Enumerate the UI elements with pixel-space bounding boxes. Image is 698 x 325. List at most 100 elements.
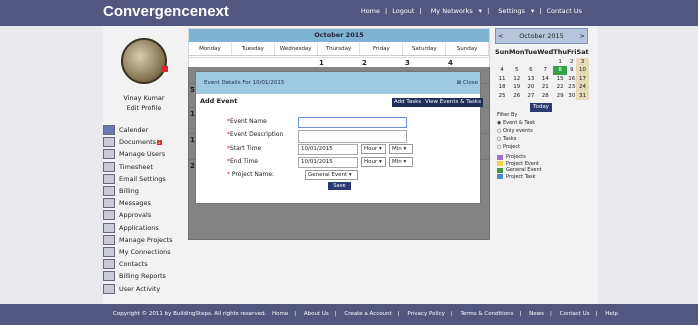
start-min-select[interactable]: Min ▾ bbox=[389, 144, 413, 154]
day-cell[interactable]: 1 bbox=[319, 59, 324, 67]
mini-day-cell[interactable]: 8 bbox=[553, 66, 567, 75]
mini-day-cell[interactable]: 15 bbox=[553, 75, 567, 83]
mini-day-cell[interactable]: 4 bbox=[495, 66, 509, 74]
mini-day-cell[interactable]: 25 bbox=[495, 92, 509, 100]
contacts-icon bbox=[103, 259, 115, 270]
sidebar-item-calender[interactable]: Calender bbox=[103, 124, 185, 136]
sidebar-item-applications[interactable]: Applications bbox=[103, 222, 185, 234]
footer-link[interactable]: About Us bbox=[304, 311, 329, 317]
mini-day-cell[interactable]: 5 bbox=[509, 66, 525, 74]
end-min-select[interactable]: Min ▾ bbox=[389, 157, 413, 167]
filter-option[interactable]: ○ Tasks bbox=[497, 136, 542, 144]
sidebar-item-documents[interactable]: Documents 2 bbox=[103, 136, 185, 148]
sidebar-item-billing[interactable]: Billing bbox=[103, 185, 185, 197]
sidebar-item-messages[interactable]: Messages bbox=[103, 197, 185, 209]
mini-day-cell[interactable]: 3 bbox=[576, 58, 589, 67]
mini-day-cell[interactable]: 9 bbox=[567, 66, 576, 74]
mini-day-cell[interactable]: 26 bbox=[509, 92, 525, 100]
reports-icon bbox=[103, 271, 115, 282]
mini-day-cell[interactable]: 1 bbox=[553, 58, 567, 66]
filter-option[interactable]: ○ Only events bbox=[497, 128, 542, 136]
mini-day-cell[interactable]: 10 bbox=[576, 66, 589, 75]
end-hour-select[interactable]: Hour ▾ bbox=[361, 157, 386, 167]
mini-day-cell[interactable]: 23 bbox=[567, 83, 576, 91]
start-date-input[interactable]: 10/01/2015 bbox=[298, 144, 358, 155]
end-date-input[interactable]: 10/01/2015 bbox=[298, 157, 358, 168]
start-hour-select[interactable]: Hour ▾ bbox=[361, 144, 386, 154]
close-button[interactable]: ⊠ Close bbox=[457, 80, 478, 86]
nav-logout[interactable]: Logout bbox=[392, 7, 414, 15]
edit-profile-link[interactable]: Edit Profile bbox=[103, 104, 185, 112]
email-icon bbox=[103, 173, 115, 184]
mini-day-cell[interactable]: 28 bbox=[537, 92, 553, 100]
view-events-tasks-button[interactable]: View Events & Tasks bbox=[423, 98, 483, 107]
filter-option[interactable]: ○ Project bbox=[497, 144, 542, 152]
event-description-input[interactable] bbox=[298, 130, 407, 143]
mini-day-cell[interactable]: 24 bbox=[576, 83, 589, 92]
mini-day-cell[interactable]: 14 bbox=[537, 75, 553, 83]
event-description-label: *Event Description bbox=[227, 131, 284, 138]
nav-settings[interactable]: Settings ▾ bbox=[494, 7, 534, 15]
brand-logo[interactable]: Convergencenext bbox=[103, 3, 229, 20]
mini-day-cell[interactable]: 22 bbox=[553, 83, 567, 91]
mini-day-cell[interactable]: 30 bbox=[567, 92, 576, 100]
mini-day-cell[interactable]: 12 bbox=[509, 75, 525, 83]
nav-contact-us[interactable]: Contact Us bbox=[547, 7, 583, 15]
footer-link[interactable]: Terms & Conditions bbox=[460, 311, 513, 317]
sidebar-item-manage-projects[interactable]: Manage Projects bbox=[103, 234, 185, 246]
footer-link[interactable]: News bbox=[529, 311, 544, 317]
mini-day-cell[interactable]: 17 bbox=[576, 74, 589, 84]
mini-day-cell[interactable]: 19 bbox=[509, 83, 525, 91]
mini-day-cell[interactable]: 21 bbox=[537, 83, 553, 91]
mini-day-cell[interactable]: 18 bbox=[495, 83, 509, 91]
sidebar-item-billing-reports[interactable]: Billing Reports bbox=[103, 270, 185, 282]
footer-link[interactable]: Home bbox=[272, 311, 288, 317]
mini-day-cell[interactable]: 6 bbox=[525, 66, 538, 74]
day-name: Sunday bbox=[446, 42, 490, 55]
sidebar-item-approvals[interactable]: Approvals bbox=[103, 209, 185, 221]
today-button[interactable]: Today bbox=[530, 102, 552, 112]
project-name-select[interactable]: General Event ▾ bbox=[305, 170, 358, 180]
footer-link[interactable]: Privacy Policy bbox=[407, 311, 444, 317]
add-tasks-button[interactable]: Add Tasks bbox=[392, 98, 424, 107]
mini-day-cell[interactable]: 2 bbox=[567, 58, 576, 66]
notification-badge bbox=[162, 66, 168, 72]
avatar[interactable] bbox=[121, 38, 167, 84]
sidebar-item-timesheet[interactable]: Timesheet bbox=[103, 161, 185, 173]
footer-links: Home | About Us | Create a Account | Privac… bbox=[272, 311, 618, 317]
save-button[interactable]: Save bbox=[328, 182, 351, 190]
mini-calendar: < October 2015 > Sun Mon Tue Wed Thu Fri Sat 1 2… bbox=[495, 28, 589, 112]
mini-day-cell[interactable]: 29 bbox=[553, 92, 567, 100]
mini-calendar-header: < October 2015 > bbox=[495, 28, 588, 44]
sidebar-item-user-activity[interactable]: User Activity bbox=[103, 282, 185, 294]
modal-title: Event Details For 10/01/2015 bbox=[204, 80, 285, 86]
footer-link[interactable]: Contact Us bbox=[560, 311, 590, 317]
nav-home[interactable]: Home bbox=[361, 7, 380, 15]
mini-day-cell[interactable]: 27 bbox=[525, 92, 538, 100]
day-cell[interactable]: 3 bbox=[405, 59, 410, 67]
messages-icon bbox=[103, 198, 115, 209]
sidebar-item-manage-users[interactable]: Manage Users bbox=[103, 148, 185, 160]
mini-day-cell[interactable]: 13 bbox=[525, 75, 538, 83]
nav-my-networks[interactable]: My Networks ▾ bbox=[427, 7, 482, 15]
sidebar-item-my-connections[interactable]: My Connections bbox=[103, 246, 185, 258]
day-cell[interactable]: 2 bbox=[362, 59, 367, 67]
footer-link[interactable]: Help bbox=[605, 311, 618, 317]
sidebar-item-email-settings[interactable]: Email Settings bbox=[103, 173, 185, 185]
project-name-row: * Project Name: General Event ▾ bbox=[196, 170, 482, 182]
event-name-input[interactable] bbox=[298, 117, 407, 128]
sidebar-item-contacts[interactable]: Contacts bbox=[103, 258, 185, 270]
mini-day-cell[interactable]: 11 bbox=[495, 75, 509, 83]
mini-day-cell[interactable]: 31 bbox=[576, 91, 589, 100]
top-bar: Convergencenext Home | Logout | My Netwo… bbox=[0, 0, 698, 26]
mini-day-cell[interactable]: 16 bbox=[567, 75, 576, 83]
end-time-row: *End Time 10/01/2015 Hour ▾ Min ▾ bbox=[196, 157, 482, 169]
sidebar: Vinay Kumar Edit Profile Calender Docume… bbox=[103, 26, 185, 304]
filter-option[interactable]: ◉ Event & Task bbox=[497, 120, 542, 128]
prev-month-button[interactable]: < bbox=[498, 32, 503, 40]
footer-link[interactable]: Create a Account bbox=[344, 311, 391, 317]
next-month-button[interactable]: > bbox=[580, 32, 585, 40]
mini-day-cell[interactable]: 20 bbox=[525, 83, 538, 91]
day-cell[interactable]: 4 bbox=[448, 59, 453, 67]
mini-day-cell[interactable]: 7 bbox=[537, 66, 553, 74]
